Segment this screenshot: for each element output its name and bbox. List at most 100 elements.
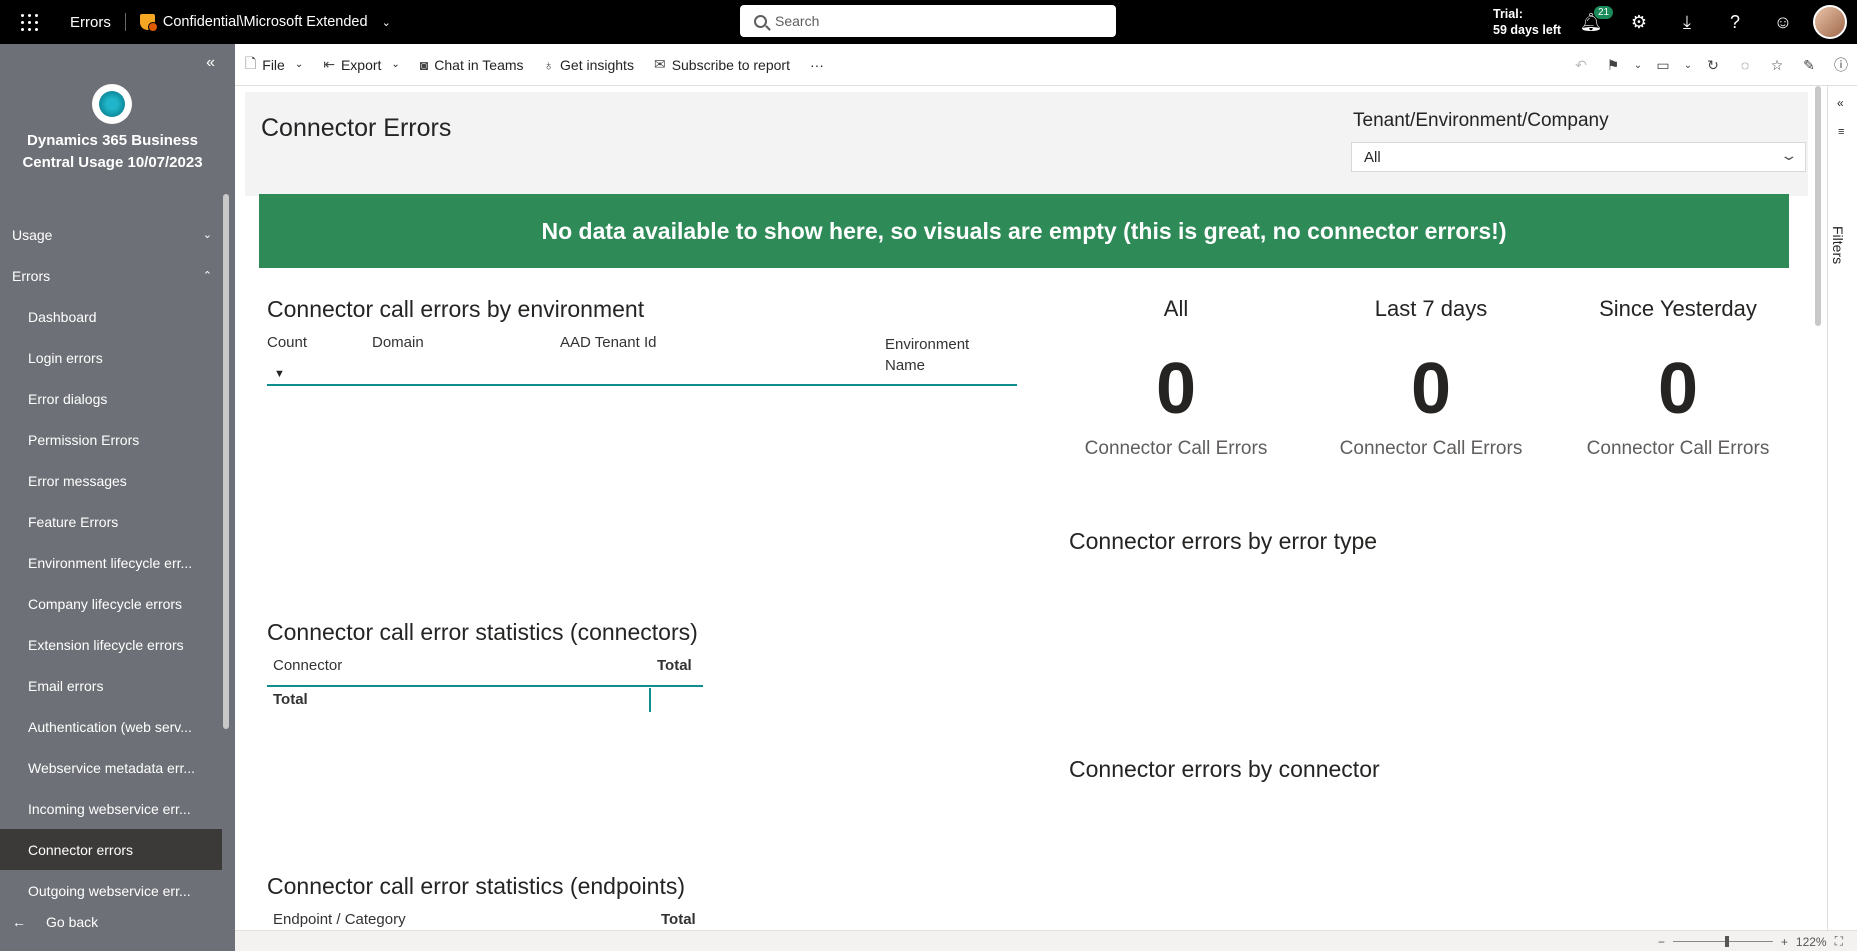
sidebar-item-feature-errors[interactable]: Feature Errors: [0, 501, 222, 542]
stats-endpoints-title: Connector call error statistics (endpoin…: [267, 873, 685, 899]
sort-desc-icon[interactable]: ▼: [274, 368, 285, 380]
chevron-down-icon[interactable]: ⌄: [1679, 60, 1697, 71]
nav-scrollbar[interactable]: [223, 194, 229, 729]
status-bar: − + 122% ⛶: [235, 930, 1857, 951]
col-domain[interactable]: Domain: [372, 334, 424, 351]
sidebar-item-label: Feature Errors: [28, 513, 119, 530]
col-aad-tenant-id[interactable]: AAD Tenant Id: [560, 334, 656, 351]
action-bar: 🗋 File ⌄ ⇤ Export ⌄ ◙ Chat in Teams ♁ Get insi…: [235, 44, 1857, 86]
sensitivity-label[interactable]: Confidential\Microsoft Extended ⌄: [139, 14, 391, 32]
sidebar-item-error-messages[interactable]: Error messages: [0, 460, 222, 501]
sidebar-item-incoming-webservice-err[interactable]: Incoming webservice err...: [0, 788, 222, 829]
favorite-icon[interactable]: ☆: [1761, 57, 1793, 74]
app-launcher-button[interactable]: [0, 0, 58, 44]
sidebar-item-company-lifecycle-errors[interactable]: Company lifecycle errors: [0, 583, 222, 624]
export-icon: ⇤: [323, 56, 335, 72]
help-button[interactable]: ?: [1711, 0, 1759, 44]
download-button[interactable]: ⤓: [1663, 0, 1711, 44]
sidebar-item-dashboard[interactable]: Dashboard: [0, 296, 222, 337]
fit-page-icon[interactable]: ⛶: [1835, 934, 1843, 949]
card-yesterday-value: 0: [1657, 349, 1699, 429]
chevron-down-icon: ⌄: [1779, 147, 1799, 163]
sidebar-item-usage[interactable]: Usage ⌄: [0, 214, 222, 255]
download-icon: ⤓: [1683, 11, 1691, 32]
zoom-out-icon[interactable]: −: [1658, 935, 1665, 949]
canvas-scrollbar[interactable]: [1815, 86, 1821, 326]
zoom-slider[interactable]: [1672, 936, 1773, 947]
chevron-down-icon[interactable]: ⌄: [1629, 60, 1647, 71]
edit-icon[interactable]: ✎: [1793, 57, 1825, 74]
file-menu-button[interactable]: 🗋 File ⌄: [235, 53, 313, 77]
by-connector-chart-title: Connector errors by connector: [1069, 756, 1380, 782]
sidebar-item-login-errors[interactable]: Login errors: [0, 337, 222, 378]
bookmark-icon[interactable]: ⚑: [1597, 57, 1629, 74]
chevron-down-icon: ⌄: [294, 59, 304, 70]
search-input[interactable]: Search: [740, 5, 1116, 37]
export-menu-button[interactable]: ⇤ Export ⌄: [313, 56, 410, 73]
card-7days-header: Last 7 days: [1374, 296, 1488, 321]
sidebar-item-email-errors[interactable]: Email errors: [0, 665, 222, 706]
top-bar: Errors Confidential\Microsoft Extended ⌄…: [0, 0, 1857, 44]
sidebar-item-permission-errors[interactable]: Permission Errors: [0, 419, 222, 460]
table-header-line: [267, 685, 703, 687]
sidebar-item-error-dialogs[interactable]: Error dialogs: [0, 378, 222, 419]
info-icon[interactable]: ⓘ: [1825, 55, 1857, 75]
view-icon[interactable]: ▭: [1647, 57, 1679, 74]
chat-in-teams-button[interactable]: ◙ Chat in Teams: [410, 57, 534, 73]
more-options-button[interactable]: ···: [800, 57, 834, 73]
subscribe-label: Subscribe to report: [671, 56, 790, 73]
sidebar-item-label: Login errors: [28, 349, 103, 366]
stats-connectors-title: Connector call error statistics (connect…: [267, 619, 698, 645]
chevron-down-icon: ⌄: [391, 59, 400, 70]
sidebar-item-label: Authentication (web serv...: [28, 718, 192, 735]
sidebar-item-webservice-metadata-err[interactable]: Webservice metadata err...: [0, 747, 222, 788]
chevron-left-icon[interactable]: «: [1837, 96, 1844, 110]
filters-pane[interactable]: « ≡ Filters: [1827, 86, 1857, 930]
app-title[interactable]: Errors: [70, 14, 111, 31]
nav-list: Usage ⌄ Errors ⌃ Dashboard Login errors Error …: [0, 214, 222, 911]
sidebar-item-extension-lifecycle-errors[interactable]: Extension lifecycle errors: [0, 624, 222, 665]
tenant-slicer-dropdown[interactable]: All ⌄: [1351, 142, 1806, 172]
feedback-button[interactable]: ☺: [1759, 0, 1807, 44]
notification-count-badge: 21: [1593, 5, 1615, 20]
no-data-banner: No data available to show here, so visua…: [259, 194, 1789, 268]
go-back-label: Go back: [46, 914, 99, 930]
question-icon: ?: [1729, 11, 1740, 32]
avatar[interactable]: [1813, 5, 1847, 39]
card-all-value: 0: [1155, 349, 1197, 429]
sidebar-item-authentication-web-serv[interactable]: Authentication (web serv...: [0, 706, 222, 747]
sidebar-item-environment-lifecycle-err[interactable]: Environment lifecycle err...: [0, 542, 222, 583]
col-count[interactable]: Count: [267, 334, 307, 351]
header-band: Connector Errors Tenant/Environment/Comp…: [245, 92, 1808, 196]
sidebar-item-outgoing-webservice-err[interactable]: Outgoing webservice err...: [0, 870, 222, 911]
sidebar-item-errors[interactable]: Errors ⌃: [0, 255, 222, 296]
subscribe-button[interactable]: ✉ Subscribe to report: [644, 56, 800, 73]
teams-icon: ◙: [419, 56, 429, 73]
zoom-thumb[interactable]: [1724, 936, 1729, 947]
card-yesterday-header: Since Yesterday: [1599, 296, 1757, 321]
go-back-button[interactable]: ← Go back: [12, 914, 98, 930]
notifications-button[interactable]: 🔔︎ 21: [1567, 0, 1615, 44]
zoom-in-icon[interactable]: +: [1781, 935, 1788, 949]
workspace-logo: [92, 84, 132, 124]
settings-button[interactable]: ⚙: [1615, 0, 1663, 44]
insights-label: Get insights: [560, 56, 634, 73]
waffle-icon: [20, 13, 38, 31]
collapse-nav-icon[interactable]: «: [206, 54, 215, 72]
sensitivity-shield-icon: [139, 14, 158, 32]
comment-icon[interactable]: ◌: [1729, 57, 1761, 73]
slicer-value: All: [1364, 148, 1381, 166]
navigation-pane: « Dynamics 365 Business Central Usage 10…: [0, 44, 235, 951]
col-total[interactable]: Total: [661, 911, 696, 928]
col-total[interactable]: Total: [657, 657, 692, 674]
col-endpoint-category[interactable]: Endpoint / Category: [273, 911, 406, 928]
zoom-control[interactable]: − + 122% ⛶: [1658, 934, 1843, 949]
get-insights-button[interactable]: ♁ Get insights: [534, 57, 644, 73]
col-environment-name[interactable]: Environment Name: [885, 334, 985, 376]
sidebar-item-label: Dashboard: [28, 308, 97, 325]
refresh-icon[interactable]: ↻: [1697, 57, 1729, 74]
undo-icon[interactable]: ↶: [1565, 57, 1597, 74]
sidebar-item-connector-errors[interactable]: Connector errors: [0, 829, 222, 870]
zoom-level: 122%: [1795, 934, 1827, 949]
col-connector[interactable]: Connector: [273, 657, 342, 674]
